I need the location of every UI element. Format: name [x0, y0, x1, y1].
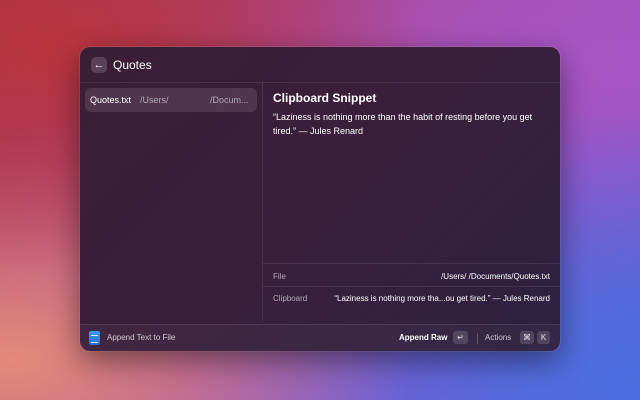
metadata-divider: [263, 263, 560, 264]
command-key-icon: ⌘: [520, 331, 534, 344]
search-bar: ←: [80, 47, 560, 83]
return-key-icon: ↵: [453, 331, 468, 344]
command-window: ← Quotes.txt /Users/ /Docum... Clipboard…: [80, 47, 560, 351]
metadata-clipboard-value: “Laziness is nothing more tha...ou get t…: [334, 294, 550, 303]
list-item-name: Quotes.txt: [90, 95, 132, 105]
actions-button[interactable]: Actions: [485, 333, 511, 342]
metadata-divider: [263, 286, 560, 287]
detail-pane: Clipboard Snippet “Laziness is nothing m…: [263, 83, 560, 321]
list-item-path-start: /Users/: [140, 95, 169, 105]
metadata-file-label: File: [273, 272, 286, 281]
metadata-clipboard-label: Clipboard: [273, 294, 308, 303]
document-app-icon: [89, 331, 100, 345]
command-title: Append Text to File: [107, 333, 176, 342]
action-bar: Append Text to File Append Raw ↵ Actions…: [80, 324, 560, 351]
footer-divider: [477, 333, 478, 344]
metadata-file-value: /Users/ /Documents/Quotes.txt: [441, 272, 550, 281]
results-list: Quotes.txt /Users/ /Docum...: [80, 83, 263, 321]
k-key-icon: K: [537, 331, 550, 344]
list-item-path-end: /Docum...: [210, 95, 249, 105]
arrow-left-icon: ←: [93, 58, 105, 71]
detail-title: Clipboard Snippet: [273, 91, 377, 105]
list-item[interactable]: Quotes.txt /Users/ /Docum...: [85, 88, 257, 112]
back-button[interactable]: ←: [91, 57, 107, 73]
append-raw-button[interactable]: Append Raw: [399, 333, 447, 342]
detail-body: “Laziness is nothing more than the habit…: [273, 112, 533, 136]
search-input[interactable]: [113, 56, 533, 74]
